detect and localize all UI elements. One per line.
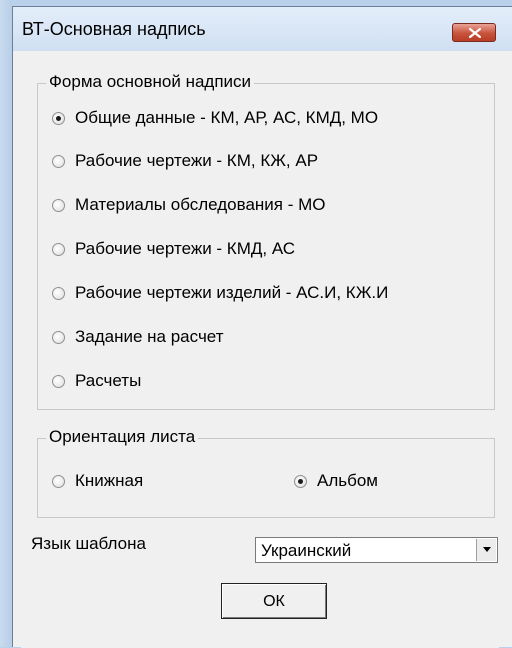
close-icon (469, 28, 481, 38)
ok-button[interactable]: ОК (221, 583, 327, 619)
radio-form-general[interactable]: Общие данные - КМ, АР, АС, КМД, МО (52, 107, 378, 129)
radio-orientation-landscape[interactable]: Альбом (294, 470, 378, 492)
radio-form-calc-task[interactable]: Задание на расчет (52, 326, 223, 348)
window-title: ВТ-Основная надпись (22, 19, 206, 39)
title-bar[interactable]: ВТ-Основная надпись (13, 7, 512, 51)
desktop-edge (0, 0, 12, 647)
radio-label: Альбом (317, 471, 378, 490)
radio-form-calculations[interactable]: Расчеты (52, 370, 141, 392)
dropdown-button[interactable] (476, 539, 496, 561)
ok-button-label: ОК (263, 593, 285, 610)
radio-label: Материалы обследования - МО (75, 195, 326, 214)
radio-label: Книжная (75, 471, 144, 490)
orientation-group: Ориентация листа Книжная Альбом (37, 427, 495, 518)
radio-label: Расчеты (75, 371, 142, 390)
radio-button[interactable] (52, 111, 65, 125)
radio-label: Общие данные - КМ, АР, АС, КМД, МО (75, 108, 379, 127)
select-value: Украинский (261, 541, 352, 560)
radio-orientation-portrait[interactable]: Книжная (52, 470, 143, 492)
radio-form-products[interactable]: Рабочие чертежи изделий - АС.И, КЖ.И (52, 282, 388, 304)
dialog-client-area: Форма основной надписи Общие данные - КМ… (21, 51, 499, 648)
form-type-group-title: Форма основной надписи (46, 72, 255, 92)
form-type-group: Форма основной надписи Общие данные - КМ… (37, 72, 495, 410)
radio-button[interactable] (52, 198, 65, 212)
radio-label: Задание на расчет (75, 327, 224, 346)
radio-form-working-km[interactable]: Рабочие чертежи - КМ, КЖ, АР (52, 150, 318, 172)
radio-label: Рабочие чертежи изделий - АС.И, КЖ.И (75, 283, 389, 302)
chevron-down-icon (483, 547, 491, 552)
radio-button[interactable] (52, 374, 65, 388)
template-language-label: Язык шаблона (31, 534, 146, 553)
radio-button[interactable] (52, 474, 65, 488)
radio-button[interactable] (294, 474, 307, 488)
radio-form-working-kmd[interactable]: Рабочие чертежи - КМД, АС (52, 238, 295, 260)
radio-button[interactable] (52, 154, 65, 168)
radio-form-survey[interactable]: Материалы обследования - МО (52, 194, 326, 216)
radio-label: Рабочие чертежи - КМ, КЖ, АР (75, 151, 319, 170)
radio-button[interactable] (52, 330, 65, 344)
close-button[interactable] (452, 23, 496, 42)
radio-button[interactable] (52, 242, 65, 256)
template-language-select[interactable]: Украинский (255, 537, 498, 563)
radio-button[interactable] (52, 286, 65, 300)
dialog-window: ВТ-Основная надпись Форма основной надпи… (12, 6, 512, 648)
orientation-group-title: Ориентация листа (46, 427, 199, 447)
radio-label: Рабочие чертежи - КМД, АС (75, 239, 296, 258)
